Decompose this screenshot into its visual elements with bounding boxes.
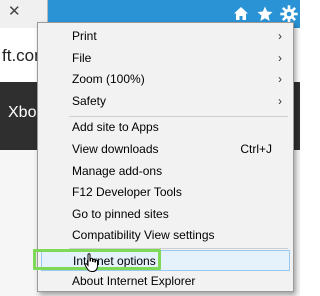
menu-item-shortcut: Ctrl+J [240, 142, 272, 156]
submenu-arrow-icon: › [278, 72, 282, 86]
menu-item-view-downloads[interactable]: View downloads Ctrl+J [41, 139, 290, 160]
menu-item-label: Compatibility View settings [72, 228, 215, 242]
menu-item-label: Go to pinned sites [72, 207, 169, 221]
menu-item-safety[interactable]: Safety › [41, 91, 290, 112]
menu-item-compatibility-view-settings[interactable]: Compatibility View settings [41, 225, 290, 246]
menu-item-label: Print [72, 29, 97, 43]
menu-item-label: File [72, 51, 92, 65]
menu-item-label: Manage add-ons [72, 164, 163, 178]
menu-item-label: Safety [72, 94, 107, 108]
menu-item-label: Zoom (100%) [72, 72, 145, 86]
menu-item-label: F12 Developer Tools [72, 185, 182, 199]
menu-item-label: About Internet Explorer [72, 274, 196, 288]
submenu-arrow-icon: › [278, 29, 282, 43]
menu-item-about-internet-explorer[interactable]: About Internet Explorer [41, 271, 290, 292]
menu-item-manage-add-ons[interactable]: Manage add-ons [41, 161, 290, 182]
star-icon[interactable] [256, 5, 274, 23]
menu-item-file[interactable]: File › [41, 48, 290, 69]
menu-item-label: Add site to Apps [72, 120, 159, 134]
tab-close-icon[interactable]: ✕ [8, 2, 24, 22]
mouse-cursor-icon [84, 253, 98, 272]
menu-item-add-site-to-apps[interactable]: Add site to Apps [41, 117, 290, 138]
gear-icon[interactable] [280, 5, 298, 23]
home-icon[interactable] [232, 5, 250, 23]
menu-item-go-to-pinned-sites[interactable]: Go to pinned sites [41, 204, 290, 225]
menu-item-f12-developer-tools[interactable]: F12 Developer Tools [41, 182, 290, 203]
menu-item-zoom[interactable]: Zoom (100%) › [41, 69, 290, 90]
menu-item-print[interactable]: Print › [41, 26, 290, 47]
page-nav-link[interactable]: Xbo [8, 104, 36, 122]
submenu-arrow-icon: › [278, 94, 282, 108]
menu-item-label: View downloads [72, 142, 159, 156]
submenu-arrow-icon: › [278, 51, 282, 65]
